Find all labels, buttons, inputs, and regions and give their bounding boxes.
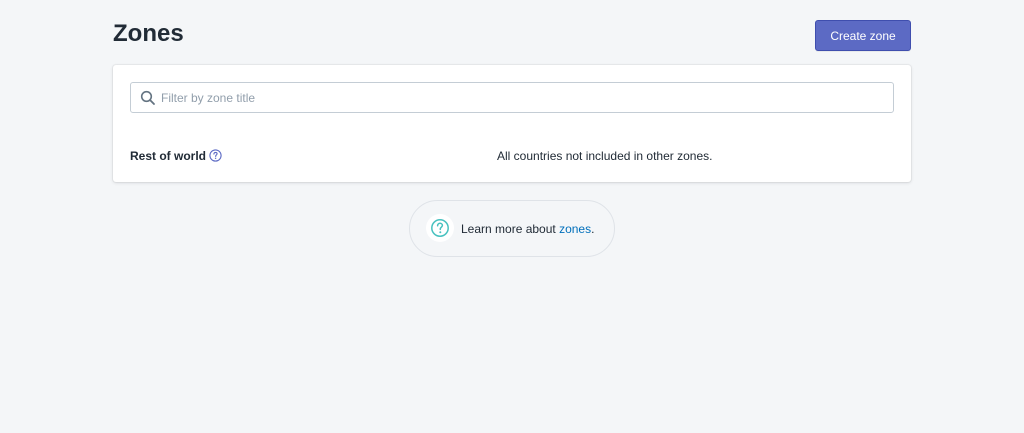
zone-name: Rest of world: [130, 149, 207, 163]
search-icon: [140, 90, 156, 106]
question-circle-icon: [430, 218, 450, 238]
search-field[interactable]: [130, 82, 894, 113]
page-title: Zones: [113, 20, 184, 47]
learn-more-prefix: Learn more about: [461, 222, 560, 236]
learn-more-callout: Learn more about zones.: [409, 200, 615, 257]
learn-more-text: Learn more about zones.: [461, 220, 594, 238]
zones-card: Rest of world All countries not included…: [113, 65, 911, 182]
zone-row[interactable]: Rest of world All countries not included…: [130, 147, 894, 165]
learn-more-icon-wrap: [426, 214, 454, 242]
create-zone-button[interactable]: Create zone: [815, 20, 911, 51]
learn-more-suffix: .: [591, 222, 595, 236]
zones-page: Zones Create zone Rest of world All cou: [0, 0, 1024, 433]
zone-description: All countries not included in other zone…: [497, 149, 713, 163]
search-input[interactable]: [161, 83, 881, 112]
zones-help-link[interactable]: zones: [559, 222, 591, 236]
question-circle-icon[interactable]: [209, 149, 222, 162]
